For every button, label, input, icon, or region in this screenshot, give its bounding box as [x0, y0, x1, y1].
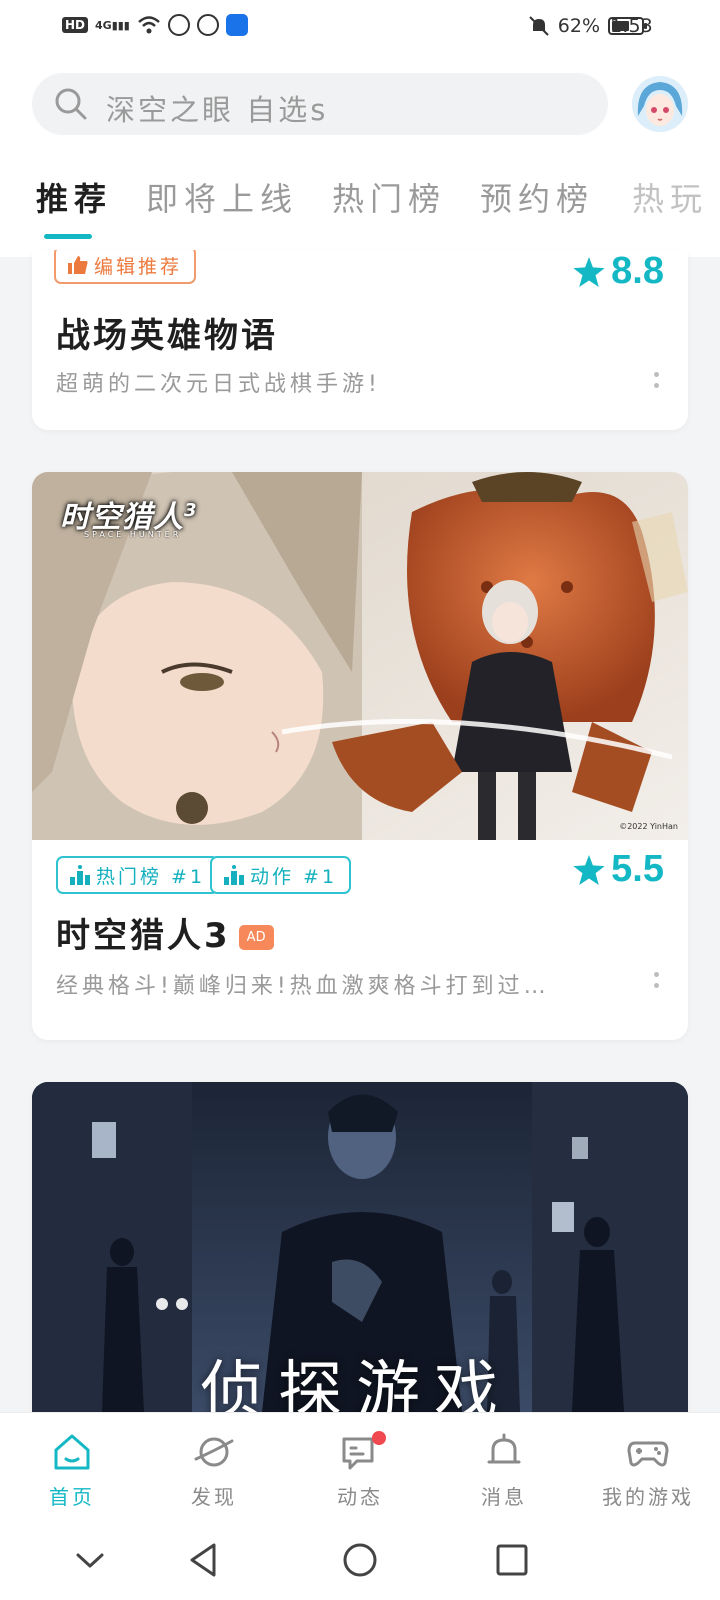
- game-card[interactable]: 编辑推荐 8.8 战场英雄物语 超萌的二次元日式战棋手游!: [32, 250, 688, 430]
- nav-messages[interactable]: 消息: [432, 1413, 576, 1519]
- avatar-image: [632, 76, 688, 132]
- wifi-icon: [138, 16, 160, 34]
- game-logo-subtitle: SPACE HUNTER: [84, 530, 182, 539]
- planet-icon: [194, 1437, 234, 1467]
- tab-recommend[interactable]: 推荐: [36, 174, 112, 220]
- status-left-icons: HD 4G▮▮▮: [62, 14, 248, 36]
- recent-apps-icon[interactable]: [490, 1538, 534, 1582]
- tab-hot-ranking[interactable]: 热门榜: [332, 174, 446, 220]
- thumbs-up-icon: [68, 256, 88, 274]
- tab-reservation-ranking[interactable]: 预约榜: [480, 174, 594, 220]
- game-banner-image[interactable]: 时空猎人3 SPACE HUNTER ©2022 YinHan: [32, 472, 688, 840]
- tag-label: 热门榜 #1: [96, 865, 206, 888]
- search-icon: [55, 88, 87, 120]
- home-button-icon[interactable]: [338, 1538, 382, 1582]
- hd-icon: HD: [62, 17, 89, 33]
- browser-icon: [167, 14, 190, 36]
- avatar[interactable]: [632, 76, 688, 132]
- notification-badge: [372, 1431, 386, 1445]
- game-description: 超萌的二次元日式战棋手游!: [56, 372, 381, 397]
- nav-feed[interactable]: 动态: [288, 1413, 432, 1519]
- nav-home[interactable]: 首页: [0, 1413, 144, 1519]
- home-icon: [54, 1434, 90, 1470]
- banner-copyright: ©2022 YinHan: [619, 822, 678, 831]
- ad-badge: AD: [238, 925, 274, 950]
- tab-upcoming[interactable]: 即将上线: [146, 174, 298, 220]
- star-icon: [573, 256, 605, 287]
- game-rating: 8.8: [573, 250, 664, 293]
- collapse-icon[interactable]: [68, 1538, 112, 1582]
- tab-indicator: [44, 234, 92, 239]
- tag-label: 编辑推荐: [94, 255, 183, 278]
- nav-my-games[interactable]: 我的游戏: [576, 1413, 720, 1519]
- bottom-navigation: 首页 发现 动态 消息 我的游戏: [0, 1412, 720, 1518]
- bell-icon: [487, 1433, 521, 1464]
- rank-icon: [70, 865, 90, 885]
- back-icon[interactable]: [182, 1538, 226, 1582]
- more-options-icon[interactable]: [654, 372, 662, 388]
- search-placeholder: 深空之眼 自选s: [106, 93, 329, 127]
- mute-icon: [529, 16, 549, 36]
- rating-value: 8.8: [611, 250, 664, 292]
- banner-title: 侦探游戏: [200, 1355, 512, 1412]
- app-notification-icon: [225, 14, 248, 36]
- game-title-text: 时空猎人3: [56, 916, 231, 956]
- star-icon: [573, 854, 605, 885]
- header: 深空之眼 自选s 推荐 即将上线 热门榜 预约榜 热玩: [0, 52, 720, 257]
- status-bar: HD 4G▮▮▮ 62% 1:53: [0, 0, 720, 52]
- more-options-icon[interactable]: [654, 972, 662, 988]
- nav-label: 动态: [337, 1485, 383, 1509]
- category-tabs: 推荐 即将上线 热门榜 预约榜 热玩: [0, 174, 720, 234]
- ranking-tag: 热门榜 #1: [56, 856, 220, 894]
- game-title: 时空猎人3 AD: [56, 908, 274, 957]
- game-logo-number: 3: [184, 500, 198, 521]
- nav-label: 发现: [191, 1485, 237, 1509]
- game-card[interactable]: 时空猎人3 SPACE HUNTER ©2022 YinHan 热门榜 #1 动…: [32, 472, 688, 1040]
- shield-icon: [196, 14, 219, 36]
- editor-pick-tag: 编辑推荐: [54, 250, 197, 284]
- system-navigation-bar: [0, 1518, 720, 1600]
- tab-hot-play[interactable]: 热玩: [632, 174, 708, 220]
- network-type: 4G: [95, 18, 112, 32]
- rank-icon: [224, 865, 244, 885]
- game-banner-image[interactable]: 侦探游戏: [32, 1082, 688, 1412]
- clock: 1:53: [610, 15, 653, 37]
- nav-label: 首页: [49, 1485, 95, 1509]
- signal-icon: 4G▮▮▮: [95, 18, 130, 32]
- search-bar[interactable]: 深空之眼 自选s: [32, 73, 608, 135]
- tag-label: 动作 #1: [250, 865, 338, 888]
- battery-percent: 62%: [557, 15, 600, 37]
- nav-label: 消息: [481, 1485, 527, 1509]
- nav-discover[interactable]: 发现: [142, 1413, 286, 1519]
- game-rating: 5.5: [573, 848, 664, 891]
- game-card[interactable]: 侦探游戏: [32, 1082, 688, 1412]
- ranking-tag: 动作 #1: [210, 856, 352, 894]
- game-title: 战场英雄物语: [56, 316, 278, 356]
- gamepad-icon: [627, 1441, 669, 1467]
- game-description: 经典格斗!巅峰归来!热血激爽格斗打到过…: [56, 974, 550, 999]
- nav-label: 我的游戏: [602, 1485, 694, 1509]
- rating-value: 5.5: [611, 848, 664, 890]
